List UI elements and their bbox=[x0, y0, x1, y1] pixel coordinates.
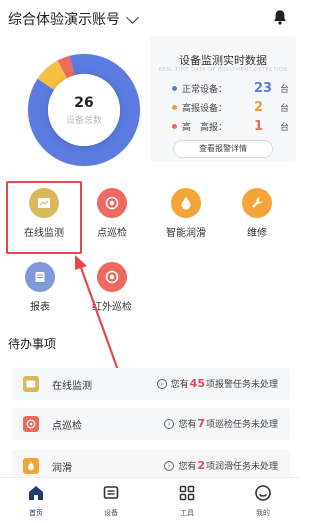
arrow-circle-icon: › bbox=[164, 418, 175, 429]
todo-message: › 您有 45 项报警任务未处理 bbox=[156, 377, 278, 390]
todo-prefix: 您有 bbox=[178, 420, 197, 430]
nav-device[interactable]: 设备 bbox=[91, 484, 131, 518]
nav-tools[interactable]: 工具 bbox=[167, 484, 207, 518]
bottom-nav: 首页 设备 工具 我的 bbox=[0, 477, 300, 523]
todo-name: 点巡检 bbox=[52, 421, 82, 432]
todo-message: › 您有 7 项巡检任务未处理 bbox=[164, 417, 278, 430]
target-icon bbox=[26, 419, 36, 429]
profile-icon bbox=[255, 485, 271, 501]
todo-icon bbox=[23, 458, 39, 474]
drop-icon bbox=[28, 461, 34, 471]
todo-item-spot-inspection[interactable]: 点巡检 › 您有 7 项巡检任务未处理 bbox=[12, 408, 290, 440]
nav-profile[interactable]: 我的 bbox=[243, 484, 283, 518]
nav-label: 设备 bbox=[104, 509, 118, 517]
todo-suffix: 项润滑任务未处理 bbox=[205, 462, 278, 472]
home-icon bbox=[29, 486, 43, 500]
nav-label: 首页 bbox=[29, 509, 43, 517]
device-icon bbox=[103, 486, 119, 499]
nav-label: 工具 bbox=[180, 509, 194, 517]
todo-count: 2 bbox=[197, 459, 205, 472]
todo-prefix: 您有 bbox=[178, 462, 197, 472]
nav-label: 我的 bbox=[256, 509, 270, 517]
arrow-circle-icon: › bbox=[164, 460, 175, 471]
annotation-arrow bbox=[75, 255, 130, 399]
todo-count: 45 bbox=[189, 377, 205, 390]
monitor-icon bbox=[26, 380, 36, 388]
todo-count: 7 bbox=[197, 417, 205, 430]
todo-title: 待办事项 bbox=[8, 337, 57, 351]
todo-prefix: 您有 bbox=[170, 380, 189, 390]
nav-home[interactable]: 首页 bbox=[16, 484, 56, 518]
todo-message: › 您有 2 项润滑任务未处理 bbox=[164, 459, 278, 472]
todo-icon bbox=[23, 416, 39, 432]
todo-icon bbox=[23, 376, 39, 392]
todo-suffix: 项报警任务未处理 bbox=[205, 380, 278, 390]
todo-name: 在线监测 bbox=[52, 381, 92, 392]
tools-icon bbox=[179, 485, 195, 501]
arrow-circle-icon: › bbox=[156, 378, 167, 389]
todo-suffix: 项巡检任务未处理 bbox=[205, 420, 278, 430]
todo-name: 润滑 bbox=[52, 463, 72, 474]
todo-item-online-monitoring[interactable]: 在线监测 › 您有 45 项报警任务未处理 bbox=[12, 368, 290, 400]
